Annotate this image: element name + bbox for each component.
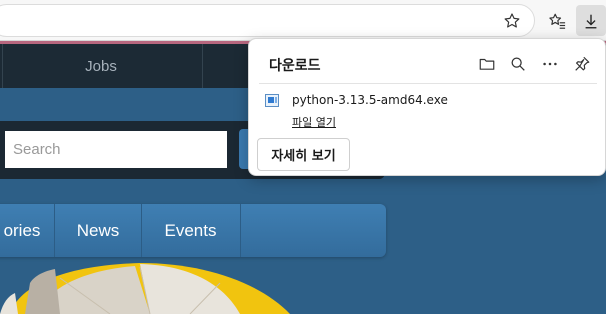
nav-item-stories[interactable]: ories	[0, 204, 54, 257]
nav-item-news[interactable]: News	[55, 204, 141, 257]
star-icon[interactable]	[498, 7, 525, 34]
favorites-list-icon[interactable]	[543, 7, 570, 34]
nav-divider	[240, 204, 241, 257]
nav-item-events[interactable]: Events	[142, 204, 239, 257]
more-options-icon[interactable]	[538, 52, 562, 76]
nav-divider	[202, 44, 203, 88]
parachute-illustration	[0, 263, 290, 314]
pin-icon[interactable]	[570, 52, 594, 76]
download-arrow-icon[interactable]	[576, 5, 606, 36]
downloads-panel: 다운로드 python-3.13.5-amd64.exe 파일 열기 자세히 보…	[248, 38, 606, 176]
nav-divider	[2, 44, 3, 88]
search-input[interactable]: Search	[5, 131, 227, 168]
address-bar[interactable]	[0, 4, 535, 37]
installer-file-icon	[265, 94, 279, 107]
folder-icon[interactable]	[475, 52, 499, 76]
download-file-name: python-3.13.5-amd64.exe	[292, 93, 448, 107]
search-placeholder: Search	[13, 141, 61, 158]
browser-toolbar	[0, 0, 606, 41]
downloads-title: 다운로드	[269, 58, 321, 74]
open-file-link[interactable]: 파일 열기	[292, 114, 336, 130]
nav-item-jobs[interactable]: Jobs	[40, 44, 162, 88]
see-more-button[interactable]: 자세히 보기	[257, 138, 350, 171]
search-icon[interactable]	[506, 52, 530, 76]
panel-divider	[259, 83, 597, 84]
